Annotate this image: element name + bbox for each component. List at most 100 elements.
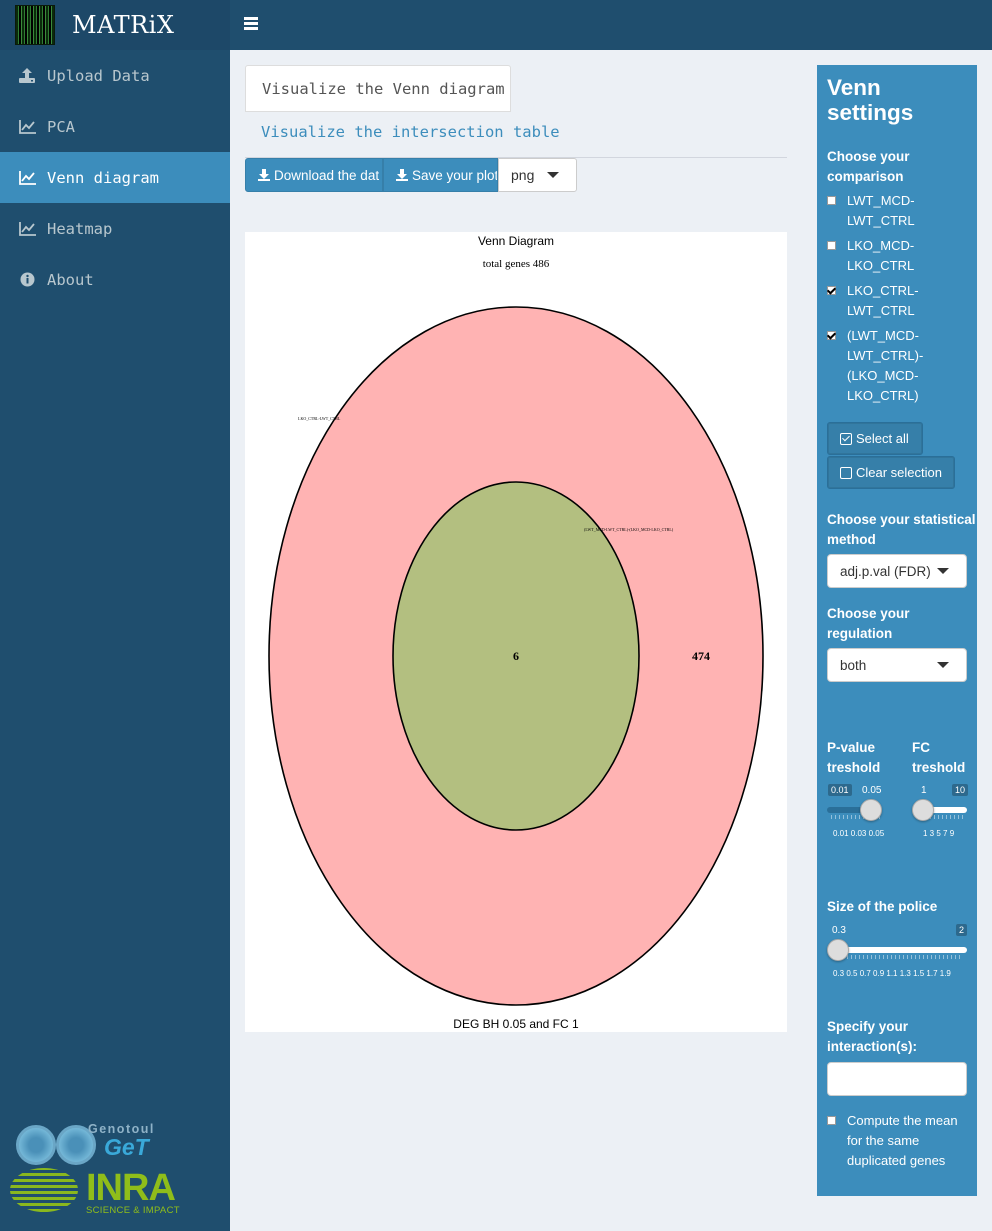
tab-intersection-table[interactable]: Visualize the intersection table — [261, 123, 560, 141]
interaction-label: Specify your interaction(s): — [827, 1017, 917, 1057]
comparison-option-1[interactable]: LWT_MCD- LWT_CTRL — [827, 191, 972, 231]
label-line: LKO_CTRL- — [847, 283, 919, 298]
panel-title-line: settings — [827, 100, 914, 125]
info-circle-icon — [18, 272, 36, 288]
slider-handle[interactable] — [860, 799, 882, 821]
save-plot-label: Save your plot — [412, 167, 498, 183]
matrix-logo — [15, 5, 55, 45]
slider-min: 0.3 — [832, 925, 846, 936]
comparison-label: Choose your comparison — [827, 147, 910, 187]
select-all-button[interactable]: Select all — [827, 422, 923, 455]
save-plot-button[interactable]: Save your plot — [383, 158, 498, 192]
slider-track — [831, 947, 967, 953]
comparison-option-label: LKO_CTRL- LWT_CTRL — [847, 281, 919, 321]
label-line: LWT_CTRL — [847, 213, 915, 228]
sidebar-item-label: Heatmap — [47, 219, 113, 238]
label-line: Specify your — [827, 1019, 909, 1034]
label-line: LWT_CTRL — [847, 303, 915, 318]
tab-venn-diagram[interactable]: Visualize the Venn diagram — [245, 65, 511, 112]
pvalue-label: P-value treshold — [827, 738, 880, 778]
sidebar-item-label: PCA — [47, 117, 75, 136]
tab-bar: Visualize the Venn diagram Visualize the… — [245, 65, 787, 158]
inra-tagline: SCIENCE & IMPACT — [86, 1205, 180, 1216]
line-chart-icon — [18, 221, 36, 237]
slider-ticks: 0.3 0.5 0.7 0.9 1.1 1.3 1.5 1.7 1.9 — [833, 969, 951, 978]
sidebar-item-about[interactable]: About — [0, 254, 230, 305]
format-select-value: png — [511, 167, 535, 183]
label-line: LWT_CTRL)- — [847, 348, 924, 363]
sidebar-item-upload-data[interactable]: Upload Data — [0, 50, 230, 101]
format-select[interactable]: png — [498, 158, 577, 192]
regulation-select-value: both — [840, 657, 867, 673]
download-icon — [258, 169, 270, 181]
comparison-option-4[interactable]: (LWT_MCD- LWT_CTRL)- (LKO_MCD- LKO_CTRL) — [827, 326, 972, 406]
slider-handle[interactable] — [912, 799, 934, 821]
comparison-option-label: (LWT_MCD- LWT_CTRL)- (LKO_MCD- LKO_CTRL) — [847, 326, 923, 406]
select-all-label: Select all — [856, 431, 909, 446]
venn-plot: Venn Diagram total genes 486 LKO_CTRL-LW… — [245, 232, 787, 1032]
label-line: regulation — [827, 626, 893, 641]
plot-toolbar: Download the dat Save your plot png — [245, 158, 577, 192]
comparison-checkbox[interactable] — [827, 241, 836, 250]
label-line: Choose your statistical — [827, 512, 976, 527]
label-line: Compute the mean — [847, 1113, 958, 1128]
chevron-down-icon — [937, 662, 949, 668]
method-select-value: adj.p.val (FDR) — [840, 563, 931, 579]
comparison-checkbox[interactable] — [827, 331, 836, 340]
compute-mean-option[interactable]: Compute the mean for the same duplicated g… — [827, 1111, 972, 1171]
sidebar-item-pca[interactable]: PCA — [0, 101, 230, 152]
label-line: Choose your — [827, 149, 910, 164]
comparison-option-label: LKO_MCD- LKO_CTRL — [847, 236, 914, 276]
square-icon — [840, 466, 852, 479]
sidebar-item-label: Upload Data — [47, 66, 150, 85]
fc-slider[interactable]: 10 1 1 3 5 7 9 — [912, 783, 969, 843]
compute-mean-checkbox[interactable] — [827, 1116, 836, 1125]
clear-selection-button[interactable]: Clear selection — [827, 456, 955, 489]
label-line: (LWT_MCD- — [847, 328, 919, 343]
comparison-checkbox[interactable] — [827, 196, 836, 205]
regulation-select[interactable]: both — [827, 648, 967, 682]
label-line: P-value — [827, 740, 876, 755]
venn-inner-count: 6 — [513, 649, 519, 663]
police-size-label: Size of the police — [827, 899, 938, 914]
venn-footer: DEG BH 0.05 and FC 1 — [453, 1017, 579, 1031]
method-label: Choose your statistical method — [827, 510, 976, 550]
label-line: interaction(s): — [827, 1039, 918, 1054]
download-icon — [396, 169, 408, 181]
comparison-option-3[interactable]: LKO_CTRL- LWT_CTRL — [827, 281, 972, 321]
sidebar-item-venn-diagram[interactable]: Venn diagram — [0, 152, 230, 203]
check-square-icon — [840, 432, 852, 445]
chevron-down-icon — [937, 568, 949, 574]
pvalue-slider[interactable]: 0.01 0.05 0.01 0.03 0.05 — [827, 783, 887, 843]
line-chart-icon — [18, 170, 36, 186]
venn-outer-label: LKO_CTRL-LWT_CTRL — [298, 416, 341, 421]
label-line: Choose your — [827, 606, 910, 621]
comparison-checkbox[interactable] — [827, 286, 836, 295]
download-data-button[interactable]: Download the dat — [245, 158, 383, 192]
slider-max: 2 — [956, 924, 968, 936]
venn-svg: Venn Diagram total genes 486 LKO_CTRL-LW… — [268, 234, 764, 1031]
regulation-label: Choose your regulation — [827, 604, 910, 644]
slider-value: 0.05 — [862, 785, 882, 796]
label-line: comparison — [827, 169, 904, 184]
comparison-option-2[interactable]: LKO_MCD- LKO_CTRL — [827, 236, 972, 276]
venn-title: Venn Diagram — [478, 234, 554, 248]
police-size-slider[interactable]: 0.3 2 0.3 0.5 0.7 0.9 1.1 1.3 1.5 1.7 1.… — [827, 923, 969, 983]
sidebar-item-heatmap[interactable]: Heatmap — [0, 203, 230, 254]
label-line: (LKO_MCD- — [847, 368, 919, 383]
panel-title-line: Venn — [827, 75, 881, 100]
logo-area: MATRiX — [0, 0, 230, 50]
interaction-input[interactable] — [827, 1062, 967, 1096]
app-title: MATRiX — [72, 11, 175, 39]
sidebar-toggle-icon[interactable] — [244, 17, 258, 30]
panel-title: Venn settings — [827, 75, 913, 125]
slider-ticks: 1 3 5 7 9 — [923, 829, 955, 838]
upload-icon — [18, 68, 36, 84]
label-line: treshold — [827, 760, 881, 775]
venn-outer-count: 474 — [692, 649, 710, 663]
slider-min: 0.01 — [828, 784, 852, 796]
slider-handle[interactable] — [827, 939, 849, 961]
sidebar-item-label: About — [47, 270, 94, 289]
method-select[interactable]: adj.p.val (FDR) — [827, 554, 967, 588]
sponsor-logos: Genotoul GeT INRA SCIENCE & IMPACT — [10, 1122, 200, 1217]
